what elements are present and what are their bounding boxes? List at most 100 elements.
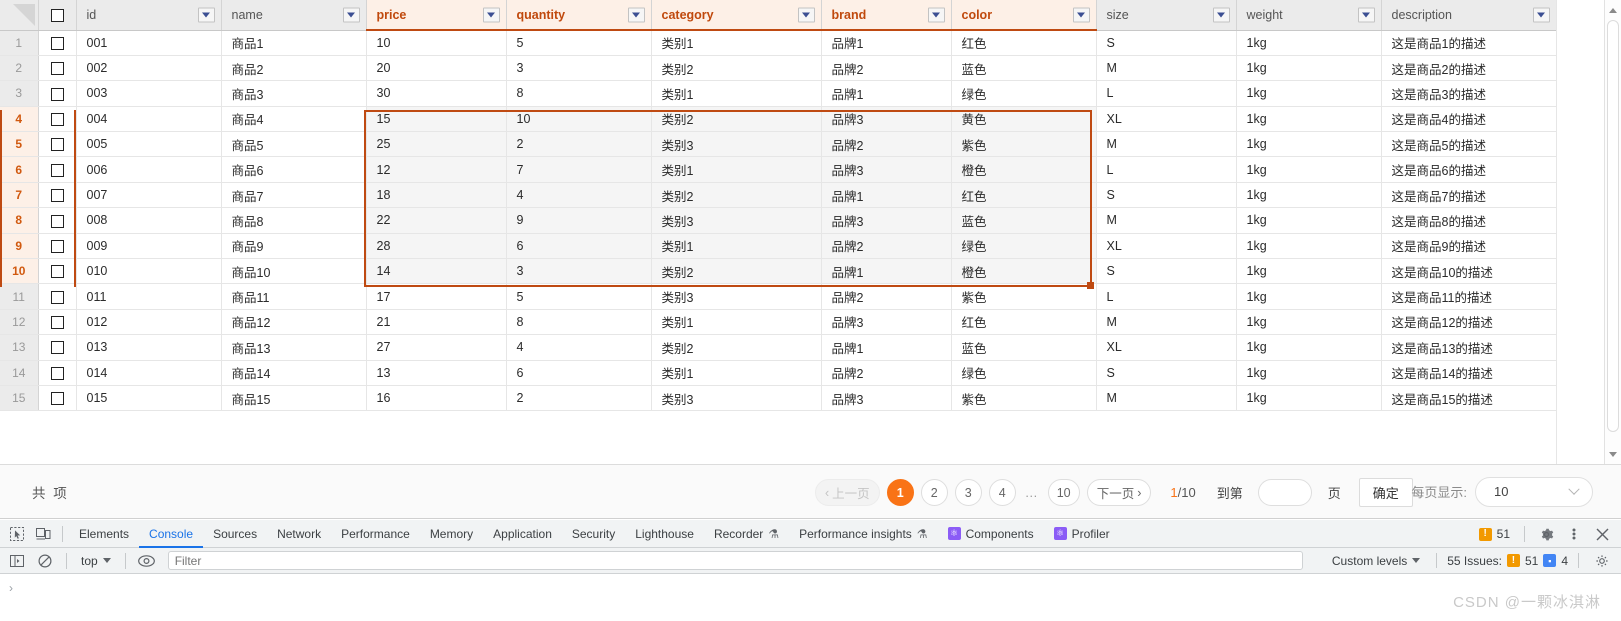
- page-button-1[interactable]: 1: [886, 479, 914, 506]
- column-header-size[interactable]: size: [1096, 0, 1237, 31]
- filter-dropdown-icon-quantity[interactable]: [627, 7, 645, 22]
- cell-quantity[interactable]: 9: [506, 207, 652, 234]
- cell-id[interactable]: 002: [76, 55, 222, 82]
- cell-id[interactable]: 001: [76, 30, 222, 56]
- row-checkbox-cell[interactable]: [38, 385, 77, 412]
- cell-quantity[interactable]: 4: [506, 334, 652, 361]
- cell-name[interactable]: 商品9: [221, 233, 367, 260]
- row-checkbox[interactable]: [50, 112, 64, 126]
- row-checkbox[interactable]: [50, 189, 64, 203]
- filter-dropdown-icon-weight[interactable]: [1357, 7, 1375, 23]
- cell-color[interactable]: 蓝色: [951, 334, 1097, 361]
- cell-size[interactable]: M: [1096, 385, 1237, 412]
- cell-category[interactable]: 类别2: [651, 334, 822, 361]
- table-row[interactable]: 11 011 商品11 17 5 类别3 品牌2 紫色 L 1kg 这是商品11的描述: [0, 283, 1556, 310]
- log-levels-selector[interactable]: Custom levels: [1326, 554, 1426, 568]
- row-number[interactable]: 7: [0, 182, 39, 209]
- cell-color[interactable]: 紫色: [951, 283, 1097, 310]
- cell-brand[interactable]: 品牌3: [821, 106, 952, 133]
- cell-id[interactable]: 011: [76, 283, 222, 310]
- select-all-corner[interactable]: [0, 0, 39, 31]
- cell-weight[interactable]: 1kg: [1236, 207, 1382, 234]
- cell-description[interactable]: 这是商品10的描述: [1381, 258, 1556, 285]
- confirm-jump-button[interactable]: 确定: [1358, 478, 1413, 507]
- cell-name[interactable]: 商品1: [221, 30, 367, 56]
- cell-weight[interactable]: 1kg: [1236, 55, 1382, 82]
- cell-brand[interactable]: 品牌1: [821, 258, 952, 285]
- cell-weight[interactable]: 1kg: [1236, 30, 1382, 56]
- cell-price[interactable]: 27: [366, 334, 507, 361]
- table-row[interactable]: 12 012 商品12 21 8 类别1 品牌3 红色 M 1kg 这是商品12的描述: [0, 309, 1556, 336]
- cell-size[interactable]: M: [1096, 207, 1237, 234]
- row-number[interactable]: 11: [0, 283, 39, 310]
- row-checkbox[interactable]: [50, 239, 64, 253]
- table-row[interactable]: 6 006 商品6 12 7 类别1 品牌3 橙色 L 1kg 这是商品6的描述: [0, 156, 1556, 183]
- row-checkbox[interactable]: [50, 290, 64, 304]
- cell-id[interactable]: 006: [76, 156, 222, 183]
- cell-name[interactable]: 商品12: [221, 309, 367, 336]
- cell-name[interactable]: 商品11: [221, 283, 367, 310]
- cell-category[interactable]: 类别3: [651, 283, 822, 310]
- cell-brand[interactable]: 品牌2: [821, 233, 952, 260]
- cell-size[interactable]: M: [1096, 55, 1237, 82]
- row-checkbox-cell[interactable]: [38, 334, 77, 361]
- cell-quantity[interactable]: 6: [506, 233, 652, 260]
- row-number[interactable]: 4: [0, 106, 39, 133]
- table-row[interactable]: 4 004 商品4 15 10 类别2 品牌3 黄色 XL 1kg 这是商品4的描述: [0, 106, 1556, 133]
- cell-size[interactable]: L: [1096, 156, 1237, 183]
- devtools-tab-lighthouse[interactable]: Lighthouse: [625, 520, 704, 548]
- column-header-category[interactable]: category: [651, 0, 822, 31]
- cell-size[interactable]: S: [1096, 30, 1237, 56]
- clear-console-icon[interactable]: [32, 548, 58, 574]
- cell-category[interactable]: 类别2: [651, 182, 822, 209]
- cell-name[interactable]: 商品6: [221, 156, 367, 183]
- cell-size[interactable]: S: [1096, 360, 1237, 386]
- cell-quantity[interactable]: 8: [506, 80, 652, 107]
- row-checkbox-cell[interactable]: [38, 233, 77, 260]
- cell-price[interactable]: 20: [366, 55, 507, 82]
- cell-brand[interactable]: 品牌2: [821, 131, 952, 158]
- cell-weight[interactable]: 1kg: [1236, 233, 1382, 260]
- row-number[interactable]: 3: [0, 80, 39, 107]
- cell-weight[interactable]: 1kg: [1236, 156, 1382, 183]
- filter-dropdown-icon-size[interactable]: [1212, 7, 1230, 23]
- cell-size[interactable]: S: [1096, 258, 1237, 285]
- table-row[interactable]: 3 003 商品3 30 8 类别1 品牌1 绿色 L 1kg 这是商品3的描述: [0, 80, 1556, 107]
- cell-weight[interactable]: 1kg: [1236, 131, 1382, 158]
- cell-category[interactable]: 类别2: [651, 55, 822, 82]
- row-checkbox[interactable]: [50, 214, 64, 228]
- cell-id[interactable]: 013: [76, 334, 222, 361]
- devtools-tab-profiler[interactable]: ⚛ Profiler: [1044, 520, 1120, 548]
- cell-name[interactable]: 商品2: [221, 55, 367, 82]
- cell-description[interactable]: 这是商品14的描述: [1381, 360, 1556, 386]
- cell-color[interactable]: 绿色: [951, 80, 1097, 107]
- cell-color[interactable]: 蓝色: [951, 207, 1097, 234]
- cell-weight[interactable]: 1kg: [1236, 80, 1382, 107]
- cell-quantity[interactable]: 10: [506, 106, 652, 133]
- cell-weight[interactable]: 1kg: [1236, 385, 1382, 412]
- cell-quantity[interactable]: 4: [506, 182, 652, 209]
- cell-description[interactable]: 这是商品2的描述: [1381, 55, 1556, 82]
- column-header-brand[interactable]: brand: [821, 0, 952, 31]
- cell-brand[interactable]: 品牌1: [821, 182, 952, 209]
- cell-category[interactable]: 类别3: [651, 131, 822, 158]
- row-number[interactable]: 6: [0, 156, 39, 183]
- filter-dropdown-icon-name[interactable]: [342, 7, 360, 23]
- cell-weight[interactable]: 1kg: [1236, 258, 1382, 285]
- cell-quantity[interactable]: 8: [506, 309, 652, 336]
- row-checkbox-cell[interactable]: [38, 258, 77, 285]
- cell-weight[interactable]: 1kg: [1236, 182, 1382, 209]
- table-row[interactable]: 1 001 商品1 10 5 类别1 品牌1 红色 S 1kg 这是商品1的描述: [0, 30, 1556, 56]
- cell-name[interactable]: 商品8: [221, 207, 367, 234]
- cell-name[interactable]: 商品14: [221, 360, 367, 386]
- column-header-id[interactable]: id: [76, 0, 222, 31]
- row-checkbox-cell[interactable]: [38, 106, 77, 133]
- cell-quantity[interactable]: 2: [506, 385, 652, 412]
- cell-weight[interactable]: 1kg: [1236, 309, 1382, 336]
- page-button-4[interactable]: 4: [988, 479, 1016, 506]
- row-number[interactable]: 10: [0, 258, 39, 285]
- devtools-tab-application[interactable]: Application: [483, 520, 562, 548]
- prev-page-button[interactable]: ‹ 上一页: [815, 479, 880, 506]
- cell-category[interactable]: 类别1: [651, 309, 822, 336]
- column-header-weight[interactable]: weight: [1236, 0, 1382, 31]
